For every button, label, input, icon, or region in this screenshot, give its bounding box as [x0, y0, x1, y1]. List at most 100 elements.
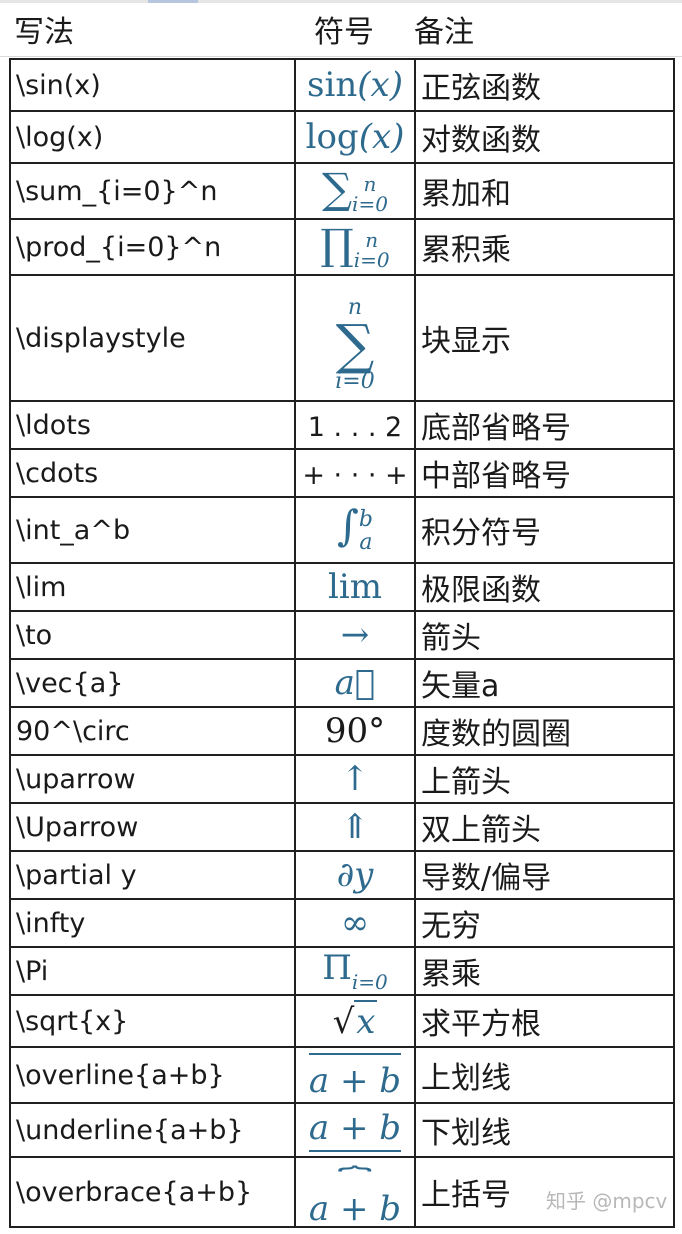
- note-cell: 累加和: [414, 162, 675, 220]
- note-cell: 累乘: [414, 946, 675, 996]
- double-up-arrow-icon: ⇑: [340, 807, 370, 847]
- symbol-cell: + · · · +: [294, 448, 416, 498]
- note-cell: 上箭头: [414, 754, 675, 804]
- symbol-degree: 90°: [324, 711, 386, 751]
- symbol-cell: ⇑: [294, 802, 416, 852]
- symbol-prod: ∏: [320, 220, 354, 269]
- symbol-cell: log(x): [294, 110, 416, 164]
- note-cell: 上划线: [414, 1046, 675, 1104]
- symbol-cell: n ∑ i=0: [294, 274, 416, 402]
- symbol-sum-sup: n: [363, 172, 377, 196]
- note-cell: 下划线: [414, 1102, 675, 1158]
- symbol-cell: ∫ b a: [294, 496, 416, 564]
- symbol-cell: sin(x): [294, 58, 416, 112]
- table-row: \vec{a} a⃗ 矢量a: [9, 658, 675, 708]
- symbol-int-sub: a: [359, 530, 373, 556]
- table-row: \overline{a+b} a + b 上划线: [9, 1046, 675, 1104]
- watermark: 知乎 @mpcv: [546, 1189, 668, 1213]
- code-cell: \Uparrow: [9, 802, 296, 852]
- header-note: 备注: [414, 15, 474, 50]
- symbol-overline: a + b: [308, 1053, 402, 1101]
- table-row: \cdots + · · · + 中部省略号: [9, 448, 675, 498]
- code-cell: \underline{a+b}: [9, 1102, 296, 1158]
- symbol-prod-sup: n: [365, 228, 379, 252]
- symbol-log-arg: (x): [358, 117, 405, 157]
- table-row: \Pi Πi=0 累乘: [9, 946, 675, 996]
- table-row: \lim lim 极限函数: [9, 562, 675, 612]
- symbol-sin-arg: (x): [357, 65, 403, 105]
- symbol-display-sub: i=0: [335, 368, 375, 394]
- note-cell: 箭头: [414, 610, 675, 660]
- note-cell: 度数的圆圈: [414, 706, 675, 756]
- table-row: \partial y ∂y 导数/偏导: [9, 850, 675, 900]
- symbol-int-sup: b: [358, 507, 373, 533]
- table-row: \to → 箭头: [9, 610, 675, 660]
- note-cell: 极限函数: [414, 562, 675, 612]
- code-cell: \sum_{i=0}^n: [9, 162, 296, 220]
- top-strip: [0, 0, 682, 3]
- code-cell: \lim: [9, 562, 296, 612]
- code-cell: \Pi: [9, 946, 296, 996]
- code-cell: \overline{a+b}: [9, 1046, 296, 1104]
- code-cell: \uparrow: [9, 754, 296, 804]
- symbol-cell: ∏ n i=0: [294, 218, 416, 276]
- symbol-sum-sub: i=0: [352, 192, 388, 216]
- table-row: \infty ∞ 无穷: [9, 898, 675, 948]
- table-row: \ldots 1 . . . 2 底部省略号: [9, 400, 675, 450]
- code-cell: \ldots: [9, 400, 296, 450]
- symbol-cell: a + b: [294, 1046, 416, 1104]
- symbol-cell: √x: [294, 994, 416, 1048]
- code-cell: \to: [9, 610, 296, 660]
- note-cell: 积分符号: [414, 496, 675, 564]
- table-row: \log(x) log(x) 对数函数: [9, 110, 675, 164]
- top-strip-accent: [148, 0, 198, 3]
- symbol-prod-sub: i=0: [353, 248, 390, 272]
- sqrt-icon: √: [332, 1002, 355, 1042]
- header-code: 写法: [14, 15, 74, 50]
- symbol-underline: a + b: [308, 1108, 402, 1152]
- symbol-vec: a⃗: [334, 663, 376, 703]
- symbol-pi-sub: i=0: [351, 970, 388, 994]
- note-cell: 底部省略号: [414, 400, 675, 450]
- latex-symbol-table: \sin(x) sin(x) 正弦函数 \log(x) log(x) 对数函数 …: [9, 58, 675, 1228]
- table-row: \sin(x) sin(x) 正弦函数: [9, 58, 675, 112]
- table-row: \underline{a+b} a + b 下划线: [9, 1102, 675, 1158]
- code-cell: 90^\circ: [9, 706, 296, 756]
- symbol-overbrace: a + b: [308, 1188, 402, 1227]
- code-cell: \sin(x): [9, 58, 296, 112]
- note-cell: 正弦函数: [414, 58, 675, 112]
- code-cell: \prod_{i=0}^n: [9, 218, 296, 276]
- symbol-cell: lim: [294, 562, 416, 612]
- symbol-cell: ⏞ a + b: [294, 1156, 416, 1228]
- note-cell: 块显示: [414, 274, 675, 402]
- table-row: \int_a^b ∫ b a 积分符号: [9, 496, 675, 564]
- symbol-cell: ∑ n i=0: [294, 162, 416, 220]
- note-cell: 求平方根: [414, 994, 675, 1048]
- symbol-integral: ∫: [337, 501, 359, 551]
- table-row: 90^\circ 90° 度数的圆圈: [9, 706, 675, 756]
- note-cell: 中部省略号: [414, 448, 675, 498]
- table-row: \prod_{i=0}^n ∏ n i=0 累积乘: [9, 218, 675, 276]
- symbol-display-sum: ∑: [335, 313, 375, 377]
- right-arrow-icon: →: [340, 615, 370, 655]
- header-divider: [0, 56, 682, 57]
- code-cell: \overbrace{a+b}: [9, 1156, 296, 1228]
- table-row: \sum_{i=0}^n ∑ n i=0 累加和: [9, 162, 675, 220]
- note-cell: 累积乘: [414, 218, 675, 276]
- symbol-cell: a + b: [294, 1102, 416, 1158]
- symbol-cell: →: [294, 610, 416, 660]
- note-cell: 导数/偏导: [414, 850, 675, 900]
- symbol-cell: 1 . . . 2: [294, 400, 416, 450]
- code-cell: \displaystyle: [9, 274, 296, 402]
- code-cell: \vec{a}: [9, 658, 296, 708]
- symbol-sin: sin: [307, 65, 358, 105]
- up-arrow-icon: ↑: [340, 759, 370, 799]
- symbol-cell: Πi=0: [294, 946, 416, 996]
- symbol-lim: lim: [328, 567, 382, 607]
- table-row: \displaystyle n ∑ i=0 块显示: [9, 274, 675, 402]
- symbol-cell: 90°: [294, 706, 416, 756]
- code-cell: \log(x): [9, 110, 296, 164]
- symbol-sum: ∑: [322, 164, 353, 213]
- symbol-log: log: [305, 117, 359, 157]
- symbol-cell: a⃗: [294, 658, 416, 708]
